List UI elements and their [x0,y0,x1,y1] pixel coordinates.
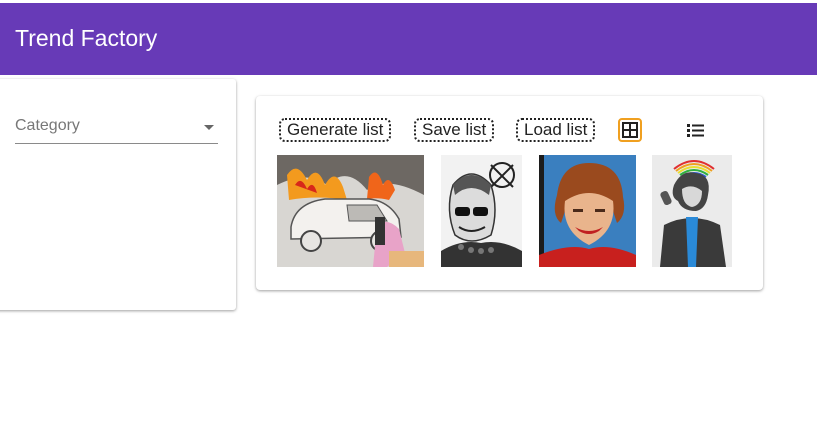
generate-list-button[interactable]: Generate list [279,118,392,142]
arrow-drop-down-icon [204,125,214,130]
save-list-button[interactable]: Save list [414,118,495,142]
load-list-button[interactable]: Load list [516,118,596,142]
category-select[interactable]: Category [15,115,218,144]
app-title: Trend Factory [15,25,158,51]
grid-view-icon[interactable] [618,118,642,142]
filter-panel: Category [0,79,236,310]
thumbnail-burning-car[interactable] [277,155,424,267]
category-placeholder: Category [15,117,80,134]
app-bar: Trend Factory [0,3,817,75]
list-view-icon[interactable] [684,118,708,142]
thumbnail-redhead-portrait[interactable] [539,155,636,267]
thumbnail-singer-rainbow[interactable] [652,155,732,267]
results-panel: Generate list Save list Load list [256,96,763,290]
thumbnail-sunglasses-woman[interactable] [441,155,522,267]
